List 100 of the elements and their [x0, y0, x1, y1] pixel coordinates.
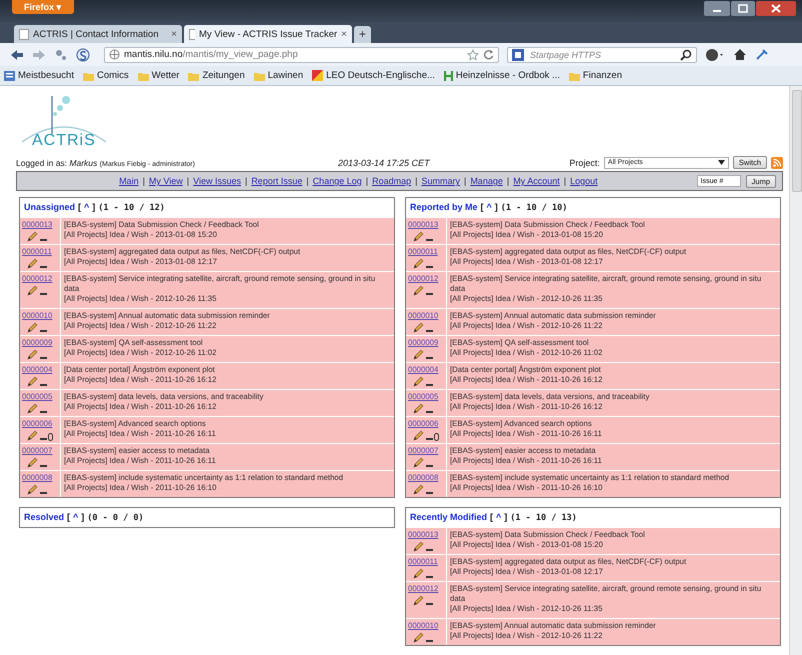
- pencil-icon[interactable]: [413, 285, 425, 296]
- menu-link[interactable]: Summary: [421, 176, 460, 186]
- menu-link[interactable]: Logout: [570, 176, 598, 186]
- pencil-icon[interactable]: [413, 568, 425, 579]
- collapse-link[interactable]: ^: [84, 202, 90, 212]
- pencil-icon[interactable]: [27, 258, 39, 269]
- menu-link[interactable]: Report Issue: [251, 176, 302, 186]
- tools-icon[interactable]: [755, 48, 769, 61]
- search-icon[interactable]: [680, 48, 692, 60]
- panel-title-link[interactable]: Recently Modified: [410, 512, 488, 522]
- pencil-icon[interactable]: [413, 403, 425, 414]
- priority-icon: [40, 266, 47, 269]
- minimize-icon[interactable]: [704, 1, 730, 16]
- pencil-icon[interactable]: [27, 403, 39, 414]
- priority-icon: [40, 239, 47, 242]
- priority-icon: [426, 492, 433, 495]
- h-letter-icon: [444, 70, 453, 80]
- addon-icon[interactable]: [705, 48, 725, 62]
- pencil-icon[interactable]: [27, 457, 39, 468]
- project-label: Project:: [569, 158, 600, 168]
- pencil-icon[interactable]: [413, 231, 425, 242]
- bracket-text: [: [480, 202, 484, 212]
- collapse-link[interactable]: ^: [73, 512, 78, 522]
- panel-title-link[interactable]: Resolved: [24, 512, 64, 522]
- priority-icon: [426, 239, 433, 242]
- pencil-icon[interactable]: [413, 258, 425, 269]
- folder-icon: [138, 70, 149, 80]
- dropdown-arrow-icon: [718, 160, 725, 165]
- address-bar[interactable]: mantis.nilu.no/mantis/my_view_page.php: [104, 46, 499, 62]
- menu-link[interactable]: My Account: [513, 176, 560, 186]
- bracket-text: [: [67, 512, 70, 522]
- bookmark-item[interactable]: LEO Deutsch-Englische...: [312, 70, 435, 81]
- page-icon: [19, 28, 29, 40]
- bracket-text: [: [78, 202, 82, 212]
- page-icon: [4, 70, 15, 80]
- paperclip-icon: [434, 433, 439, 441]
- bookmark-item[interactable]: Heinzelnisse - Ordbok ...: [444, 70, 560, 81]
- pencil-icon[interactable]: [413, 322, 425, 333]
- range-text: (1 - 10 / 13): [510, 513, 577, 523]
- range-text: (1 - 10 / 12): [98, 203, 165, 213]
- pencil-icon[interactable]: [27, 484, 39, 495]
- folder-icon: [188, 70, 200, 80]
- priority-icon: [40, 438, 47, 441]
- bookmark-item[interactable]: Meistbesucht: [4, 70, 74, 81]
- reload-icon[interactable]: [483, 49, 494, 60]
- pencil-icon[interactable]: [27, 349, 39, 360]
- menu-link[interactable]: Main: [119, 176, 139, 186]
- bookmark-item[interactable]: Comics: [82, 70, 129, 81]
- bookmark-item[interactable]: Finanzen: [568, 70, 622, 81]
- pencil-icon[interactable]: [413, 484, 425, 495]
- scrollbar[interactable]: [789, 86, 802, 655]
- s-logo-icon[interactable]: [76, 48, 90, 62]
- pencil-icon[interactable]: [413, 541, 425, 552]
- bookmark-item[interactable]: Lawinen: [254, 70, 304, 81]
- priority-icon: [426, 603, 433, 606]
- pencil-icon[interactable]: [413, 595, 425, 606]
- pencil-icon[interactable]: [27, 285, 39, 296]
- back-icon[interactable]: [10, 48, 24, 60]
- range-text: (1 - 10 / 10): [500, 203, 568, 213]
- priority-icon: [40, 357, 47, 360]
- pencil-icon[interactable]: [27, 430, 39, 441]
- bracket-text: ]: [504, 512, 508, 522]
- tab-close-button[interactable]: ×: [341, 28, 347, 40]
- priority-icon: [426, 330, 433, 333]
- pencil-icon[interactable]: [413, 430, 425, 441]
- pencil-icon[interactable]: [413, 632, 425, 643]
- menu-separator: |: [306, 176, 309, 186]
- bracket-text: ]: [92, 202, 96, 212]
- menu-link[interactable]: Manage: [470, 176, 503, 186]
- home-icon[interactable]: [733, 48, 747, 61]
- priority-icon: [426, 465, 433, 468]
- bracket-text: ]: [81, 512, 84, 522]
- collapse-link[interactable]: ^: [496, 512, 502, 522]
- bookmark-item[interactable]: Zeitungen: [188, 70, 245, 81]
- pencil-icon[interactable]: [413, 349, 425, 360]
- tab-close-button[interactable]: ×: [171, 28, 177, 40]
- pencil-icon[interactable]: [27, 322, 39, 333]
- browser-tab[interactable]: ACTRIS | Contact Information ×: [14, 25, 182, 43]
- priority-icon: [40, 492, 47, 495]
- url-text: mantis.nilu.no/mantis/my_view_page.php: [124, 49, 299, 60]
- panel-title-link[interactable]: Reported by Me: [410, 202, 478, 212]
- search-field[interactable]: Startpage HTTPS: [507, 46, 697, 62]
- priority-icon: [426, 266, 433, 269]
- panel-title-link[interactable]: Unassigned: [24, 202, 76, 212]
- pencil-icon[interactable]: [27, 376, 39, 387]
- pencil-icon[interactable]: [413, 457, 425, 468]
- new-tab-button[interactable]: +: [354, 26, 372, 43]
- star-icon[interactable]: [467, 48, 479, 60]
- menu-link[interactable]: Change Log: [312, 176, 362, 186]
- bookmark-item[interactable]: Wetter: [138, 70, 180, 81]
- close-icon[interactable]: [756, 1, 796, 16]
- menu-link[interactable]: View Issues: [193, 176, 241, 186]
- priority-icon: [40, 330, 47, 333]
- collapse-link[interactable]: ^: [486, 202, 492, 212]
- menu-link[interactable]: My View: [148, 176, 183, 186]
- browser-tab[interactable]: My View - ACTRIS Issue Tracker ×: [184, 25, 352, 43]
- pencil-icon[interactable]: [27, 231, 39, 242]
- pencil-icon[interactable]: [413, 376, 425, 387]
- maximize-icon[interactable]: [731, 1, 755, 16]
- menu-link[interactable]: Roadmap: [372, 176, 412, 186]
